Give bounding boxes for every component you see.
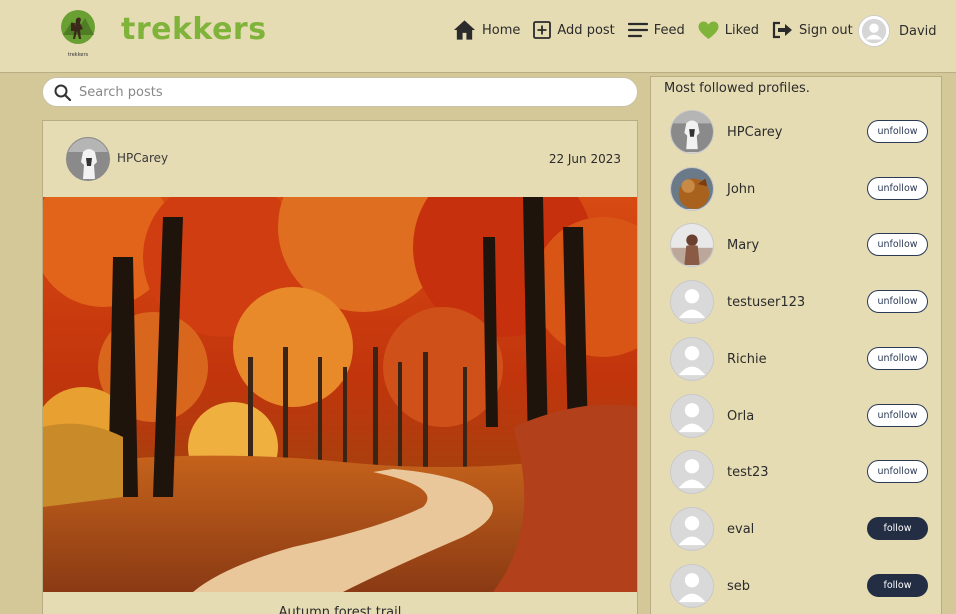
follow-button[interactable]: follow bbox=[867, 574, 928, 597]
add-square-icon bbox=[533, 21, 552, 39]
post-author-avatar[interactable] bbox=[66, 137, 110, 181]
default-avatar-icon[interactable] bbox=[670, 507, 714, 551]
profile-name[interactable]: seb bbox=[727, 579, 750, 594]
home-icon bbox=[453, 20, 476, 40]
profile-name[interactable]: testuser123 bbox=[727, 295, 805, 310]
profile-row: eval follow bbox=[670, 507, 930, 553]
profile-row: testuser123 unfollow bbox=[670, 280, 930, 326]
profile-name[interactable]: John bbox=[727, 182, 755, 197]
profile-row: seb follow bbox=[670, 564, 930, 610]
nav-sign-out-link[interactable]: Sign out bbox=[772, 18, 853, 42]
profile-row: Orla unfollow bbox=[670, 394, 930, 440]
nav-feed-label: Feed bbox=[653, 22, 685, 38]
search-input[interactable] bbox=[79, 84, 619, 100]
post-title: Autumn forest trail bbox=[278, 605, 402, 614]
profile-avatar[interactable] bbox=[670, 110, 714, 154]
search-bar bbox=[42, 77, 638, 107]
profile-row: HPCarey unfollow bbox=[670, 110, 930, 156]
brand-name[interactable]: trekkers bbox=[121, 12, 267, 47]
profile-row: test23 unfollow bbox=[670, 450, 930, 496]
default-avatar-icon[interactable] bbox=[670, 337, 714, 381]
profile-name[interactable]: eval bbox=[727, 522, 754, 537]
nav-profile-link[interactable]: David bbox=[858, 15, 937, 47]
profile-row: John unfollow bbox=[670, 167, 930, 213]
profile-avatar[interactable] bbox=[670, 167, 714, 211]
post-image[interactable] bbox=[43, 197, 637, 592]
profile-name[interactable]: Mary bbox=[727, 238, 759, 253]
sidebar-title: Most followed profiles. bbox=[664, 81, 810, 96]
navbar: trekkers trekkers Home Add post Feed Lik… bbox=[0, 0, 956, 73]
profile-name[interactable]: Richie bbox=[727, 352, 767, 367]
most-followed-profiles-panel: Most followed profiles. HPCarey unfollow… bbox=[650, 76, 942, 614]
unfollow-button[interactable]: unfollow bbox=[867, 460, 928, 483]
nav-liked-link[interactable]: Liked bbox=[698, 18, 759, 42]
sign-out-icon bbox=[772, 21, 792, 39]
nav-home-link[interactable]: Home bbox=[453, 18, 520, 42]
nav-sign-out-label: Sign out bbox=[798, 22, 853, 38]
search-icon bbox=[54, 84, 71, 101]
unfollow-button[interactable]: unfollow bbox=[867, 120, 928, 143]
unfollow-button[interactable]: unfollow bbox=[867, 347, 928, 370]
heart-icon bbox=[698, 21, 719, 39]
default-avatar-icon[interactable] bbox=[670, 450, 714, 494]
profile-name[interactable]: Orla bbox=[727, 409, 754, 424]
default-avatar-icon[interactable] bbox=[670, 564, 714, 608]
post-author-name[interactable]: HPCarey bbox=[117, 151, 168, 165]
profile-name[interactable]: test23 bbox=[727, 465, 769, 480]
logo-icon[interactable]: trekkers bbox=[58, 9, 98, 59]
unfollow-button[interactable]: unfollow bbox=[867, 177, 928, 200]
follow-button[interactable]: follow bbox=[867, 517, 928, 540]
feed-lines-icon bbox=[627, 22, 648, 38]
post-date: 22 Jun 2023 bbox=[548, 152, 621, 166]
avatar bbox=[858, 15, 890, 47]
profile-row: Mary unfollow bbox=[670, 223, 930, 269]
default-avatar-icon[interactable] bbox=[670, 394, 714, 438]
post-card: HPCarey 22 Jun 2023 Autumn forest trail bbox=[42, 120, 638, 614]
default-avatar-icon[interactable] bbox=[670, 280, 714, 324]
nav-add-post-label: Add post bbox=[557, 22, 615, 38]
nav-liked-label: Liked bbox=[724, 22, 759, 38]
profile-name[interactable]: HPCarey bbox=[727, 125, 782, 140]
nav-links: Home Add post Feed Liked Sign out bbox=[453, 18, 853, 42]
unfollow-button[interactable]: unfollow bbox=[867, 404, 928, 427]
nav-add-post-link[interactable]: Add post bbox=[533, 18, 615, 42]
nav-username: David bbox=[899, 23, 937, 39]
svg-text:trekkers: trekkers bbox=[68, 52, 89, 58]
profile-row: Richie unfollow bbox=[670, 337, 930, 383]
unfollow-button[interactable]: unfollow bbox=[867, 290, 928, 313]
nav-home-label: Home bbox=[482, 22, 521, 38]
nav-feed-link[interactable]: Feed bbox=[627, 18, 685, 42]
unfollow-button[interactable]: unfollow bbox=[867, 233, 928, 256]
profile-avatar[interactable] bbox=[670, 223, 714, 267]
